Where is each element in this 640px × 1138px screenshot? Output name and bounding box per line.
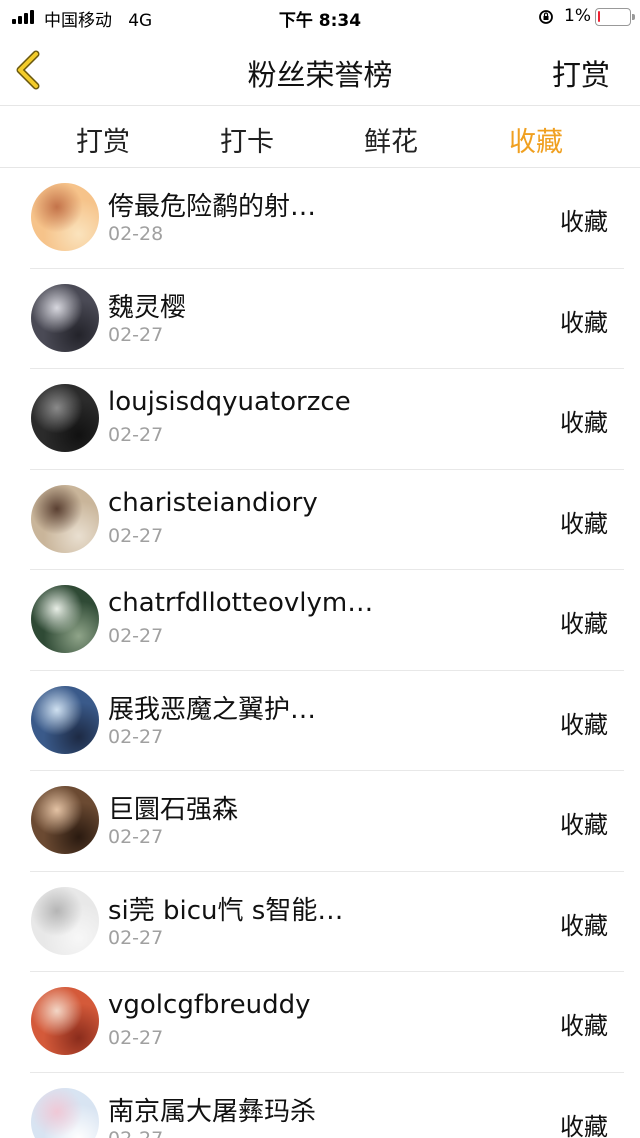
user-name: chatrfdllotteovlym… [108, 588, 374, 618]
list-item[interactable]: vgolcgfbreuddy 02-27 收藏 [0, 972, 640, 1073]
battery-percent: 1% [564, 6, 591, 26]
item-date: 02-28 [108, 223, 164, 245]
avatar[interactable] [31, 283, 99, 352]
action-label: 收藏 [560, 911, 608, 940]
list-item[interactable]: 巨圜石强森 02-27 收藏 [0, 771, 640, 872]
battery-fill [598, 11, 600, 22]
avatar[interactable] [31, 384, 99, 452]
battery-icon [595, 8, 635, 26]
action-label: 收藏 [560, 409, 608, 437]
user-name: 魏灵樱 [108, 292, 187, 323]
list-item[interactable]: chatrfdllotteovlym… 02-27 收藏 [0, 570, 640, 671]
avatar[interactable] [31, 183, 99, 251]
item-date: 02-27 [108, 625, 164, 647]
reward-button[interactable]: 打赏 [552, 52, 610, 94]
avatar[interactable] [31, 585, 99, 653]
list-item[interactable]: si莞 bicu忾 s智能… 02-27 收藏 [0, 872, 640, 973]
action-label: 收藏 [560, 509, 608, 538]
fan-list: 侉最危险鹬的射… 02-28 收藏 魏灵樱 02-27 收藏 loujsisdq… [0, 168, 640, 1138]
avatar[interactable] [31, 886, 99, 955]
tab-checkin[interactable]: 打卡 [192, 120, 302, 159]
avatar[interactable] [31, 987, 99, 1055]
action-label: 收藏 [560, 1012, 608, 1040]
nav-bar: 粉丝荣誉榜 打赏 [0, 34, 640, 106]
list-item[interactable]: 魏灵樱 02-27 收藏 [0, 269, 640, 370]
user-name: 展我恶魔之翼护… [108, 694, 317, 725]
rotation-lock-icon [539, 10, 553, 24]
page-title: 粉丝荣誉榜 [247, 58, 393, 92]
avatar[interactable] [31, 786, 99, 854]
tab-reward[interactable]: 打赏 [48, 120, 158, 159]
action-label: 收藏 [560, 1112, 608, 1138]
avatar[interactable] [31, 1087, 99, 1138]
list-item[interactable]: loujsisdqyuatorzce 02-27 收藏 [0, 369, 640, 470]
action-label: 收藏 [560, 308, 608, 337]
action-label: 收藏 [560, 710, 608, 739]
item-date: 02-27 [108, 524, 164, 547]
user-name: vgolcgfbreuddy [108, 990, 311, 1020]
item-date: 02-27 [108, 323, 164, 346]
avatar[interactable] [31, 685, 99, 754]
avatar[interactable] [31, 484, 99, 553]
tab-bar: 打赏 打卡 鲜花 收藏 [0, 106, 640, 168]
user-name: loujsisdqyuatorzce [108, 387, 351, 417]
user-name: si莞 bicu忾 s智能… [108, 895, 344, 926]
user-name: 巨圜石强森 [108, 795, 239, 825]
list-item[interactable]: 展我恶魔之翼护… 02-27 收藏 [0, 671, 640, 772]
list-item[interactable]: 南京属大屠彝玛杀 02-27 收藏 [0, 1073, 640, 1138]
list-item[interactable]: 侉最危险鹬的射… 02-28 收藏 [0, 168, 640, 269]
list-item[interactable]: charisteiandiory 02-27 收藏 [0, 470, 640, 571]
item-date: 02-27 [108, 926, 164, 949]
tab-favorites[interactable]: 收藏 [481, 120, 591, 159]
item-date: 02-27 [108, 1128, 163, 1138]
action-label: 收藏 [560, 208, 608, 236]
action-label: 收藏 [560, 610, 608, 638]
item-date: 02-27 [108, 725, 164, 748]
user-name: 侉最危险鹬的射… [108, 192, 317, 222]
user-name: charisteiandiory [108, 487, 318, 518]
item-date: 02-27 [108, 1027, 164, 1049]
user-name: 南京属大屠彝玛杀 [108, 1096, 317, 1127]
action-label: 收藏 [560, 811, 608, 839]
item-date: 02-27 [108, 826, 164, 848]
item-date: 02-27 [108, 424, 164, 446]
status-bar: 中国移动 4G 下午 8:34 1% [0, 0, 640, 34]
tab-flowers[interactable]: 鲜花 [336, 120, 446, 159]
